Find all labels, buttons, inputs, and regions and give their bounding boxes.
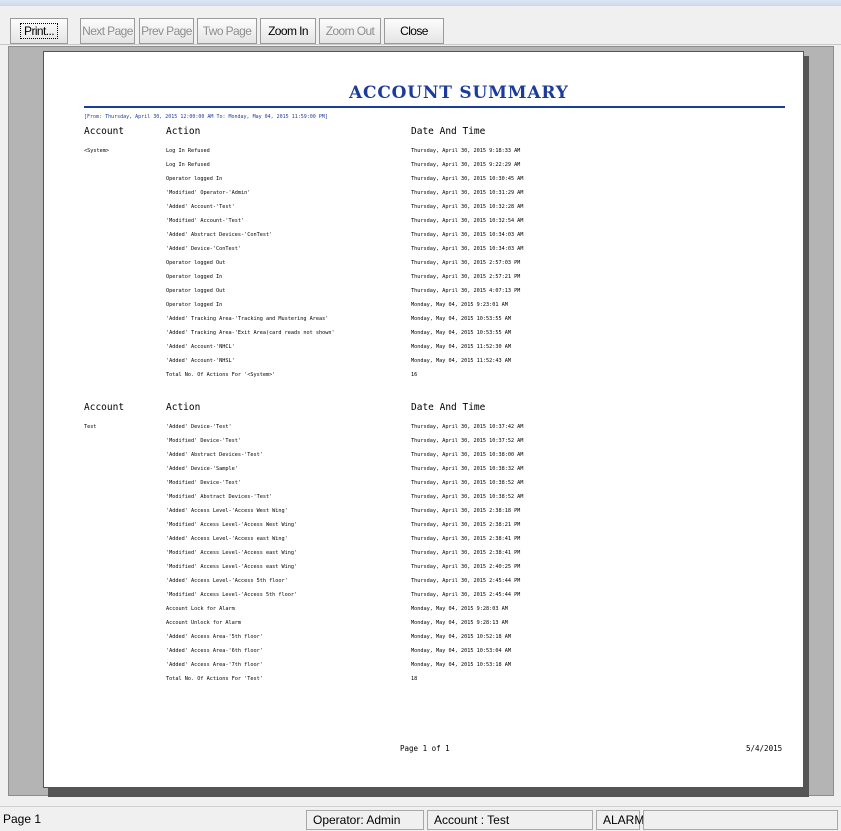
close-button[interactable]: Close [384, 18, 444, 44]
preview-toolbar: Print... Next Page Prev Page Two Page Zo… [0, 6, 841, 45]
account-name: <System> [84, 148, 109, 154]
row-date: Thursday, April 30, 2015 4:07:13 PM [411, 288, 521, 294]
row-date: Monday, May 04, 2015 10:53:55 AM [411, 330, 511, 336]
row-action: 'Modified' Abstract Devices-'Test' [166, 494, 273, 500]
row-date: Thursday, April 30, 2015 10:32:54 AM [411, 218, 524, 224]
row-date: Monday, May 04, 2015 9:28:03 AM [411, 606, 508, 612]
row-action: 'Modified' Access Level-'Access east Win… [166, 564, 298, 570]
next-page-button[interactable]: Next Page [80, 18, 135, 44]
row-date: Thursday, April 30, 2015 2:38:41 PM [411, 536, 521, 542]
status-alarm: ALARM [596, 810, 644, 830]
row-action: Operator logged In [166, 302, 223, 308]
row-date: Thursday, April 30, 2015 10:37:52 AM [411, 438, 524, 444]
row-date: Thursday, April 30, 2015 10:38:32 AM [411, 466, 524, 472]
row-date: Thursday, April 30, 2015 2:40:25 PM [411, 564, 521, 570]
row-action: 'Modified' Account-'Test' [166, 218, 245, 224]
title-rule [84, 106, 785, 108]
row-date: Thursday, April 30, 2015 9:18:33 AM [411, 148, 521, 154]
column-header-account: Account [84, 126, 125, 137]
print-date: 5/4/2015 [746, 744, 783, 753]
row-action: 'Added' Access Level-'Access 5th floor' [166, 578, 288, 584]
two-page-button[interactable]: Two Page [197, 18, 257, 44]
row-action: 'Modified' Device-'Test' [166, 438, 241, 444]
row-date: Thursday, April 30, 2015 2:57:21 PM [411, 274, 521, 280]
row-action: 'Modified' Device-'Test' [166, 480, 241, 486]
row-date: Thursday, April 30, 2015 10:34:03 AM [411, 232, 524, 238]
row-date: Thursday, April 30, 2015 2:45:44 PM [411, 592, 521, 598]
row-date: Thursday, April 30, 2015 9:22:29 AM [411, 162, 521, 168]
row-date: Monday, May 04, 2015 10:53:18 AM [411, 662, 511, 668]
column-header-date: Date And Time [411, 126, 486, 137]
row-date: Monday, May 04, 2015 11:52:30 AM [411, 344, 511, 350]
row-date: Monday, May 04, 2015 10:53:55 AM [411, 316, 511, 322]
row-date: Monday, May 04, 2015 10:53:04 AM [411, 648, 511, 654]
row-date: Thursday, April 30, 2015 10:32:28 AM [411, 204, 524, 210]
row-action: 'Added' Account-'Test' [166, 204, 235, 210]
row-action: Operator logged Out [166, 288, 226, 294]
row-action: 'Added' Device-'Sample' [166, 466, 238, 472]
section-total-value: 16 [411, 372, 418, 378]
row-action: 'Added' Access Level-'Access east Wing' [166, 536, 288, 542]
row-date: Thursday, April 30, 2015 10:31:29 AM [411, 190, 524, 196]
status-bar: Page 1 Operator: Admin Account : Test AL… [0, 806, 841, 831]
row-date: Thursday, April 30, 2015 10:30:45 AM [411, 176, 524, 182]
row-action: Log In Refused [166, 162, 210, 168]
zoom-in-button[interactable]: Zoom In [260, 18, 316, 44]
column-header-date: Date And Time [411, 402, 486, 413]
row-action: 'Added' Abstract Devices-'Test' [166, 452, 263, 458]
section-total-label: Total No. Of Actions For '<System>' [166, 372, 276, 378]
row-date: Thursday, April 30, 2015 2:38:41 PM [411, 550, 521, 556]
zoom-out-button[interactable]: Zoom Out [319, 18, 381, 44]
row-action: 'Added' Abstract Devices-'ConTest' [166, 232, 273, 238]
status-operator: Operator: Admin [306, 810, 424, 830]
section-total-label: Total No. Of Actions For 'Test' [166, 676, 263, 682]
row-action: Operator logged In [166, 176, 223, 182]
row-action: Account Unlock for Alarm [166, 620, 241, 626]
row-date: Thursday, April 30, 2015 10:38:00 AM [411, 452, 524, 458]
row-action: 'Modified' Operator-'Admin' [166, 190, 251, 196]
column-header-action: Action [166, 126, 201, 137]
row-date: Thursday, April 30, 2015 10:38:52 AM [411, 494, 524, 500]
row-action: Operator logged In [166, 274, 223, 280]
row-date: Thursday, April 30, 2015 2:38:21 PM [411, 522, 521, 528]
row-action: 'Added' Tracking Area-'Tracking and Must… [166, 316, 329, 322]
prev-page-button[interactable]: Prev Page [139, 18, 194, 44]
column-header-action: Action [166, 402, 201, 413]
column-header-account: Account [84, 402, 125, 413]
print-button[interactable]: Print... [10, 18, 68, 44]
status-empty-panel [643, 810, 838, 830]
row-date: Thursday, April 30, 2015 2:38:18 PM [411, 508, 521, 514]
row-action: 'Added' Access Area-'5th floor' [166, 634, 263, 640]
row-date: Monday, May 04, 2015 10:52:18 AM [411, 634, 511, 640]
row-date: Thursday, April 30, 2015 10:37:42 AM [411, 424, 524, 430]
row-action: 'Added' Access Level-'Access West Wing' [166, 508, 288, 514]
row-date: Thursday, April 30, 2015 2:57:03 PM [411, 260, 521, 266]
row-date: Thursday, April 30, 2015 10:34:03 AM [411, 246, 524, 252]
row-date: Monday, May 04, 2015 9:23:01 AM [411, 302, 508, 308]
row-action: Operator logged Out [166, 260, 226, 266]
row-action: 'Modified' Access Level-'Access east Win… [166, 550, 298, 556]
row-action: 'Added' Device-'Test' [166, 424, 232, 430]
row-action: Log In Refused [166, 148, 210, 154]
row-action: 'Added' Account-'NHCL' [166, 344, 235, 350]
row-action: 'Added' Access Area-'7th floor' [166, 662, 263, 668]
report-title: ACCOUNT SUMMARY [349, 83, 569, 103]
row-action: Account Lock for Alarm [166, 606, 235, 612]
status-account: Account : Test [427, 810, 593, 830]
status-page: Page 1 [3, 812, 42, 826]
row-action: 'Added' Tracking Area-'Exit Area(card re… [166, 330, 335, 336]
row-action: 'Added' Device-'ConTest' [166, 246, 241, 252]
row-action: 'Added' Account-'NHSL' [166, 358, 235, 364]
row-date: Monday, May 04, 2015 11:52:43 AM [411, 358, 511, 364]
row-date: Thursday, April 30, 2015 10:38:52 AM [411, 480, 524, 486]
row-action: 'Modified' Access Level-'Access West Win… [166, 522, 298, 528]
section-total-value: 18 [411, 676, 418, 682]
account-name: Test [84, 424, 97, 430]
row-action: 'Modified' Access Level-'Access 5th floo… [166, 592, 298, 598]
row-date: Thursday, April 30, 2015 2:45:44 PM [411, 578, 521, 584]
row-date: Monday, May 04, 2015 9:28:13 AM [411, 620, 508, 626]
date-range: [From: Thursday, April 30, 2015 12:00:00… [84, 114, 328, 120]
page-number: Page 1 of 1 [400, 744, 450, 753]
row-action: 'Added' Access Area-'6th floor' [166, 648, 263, 654]
